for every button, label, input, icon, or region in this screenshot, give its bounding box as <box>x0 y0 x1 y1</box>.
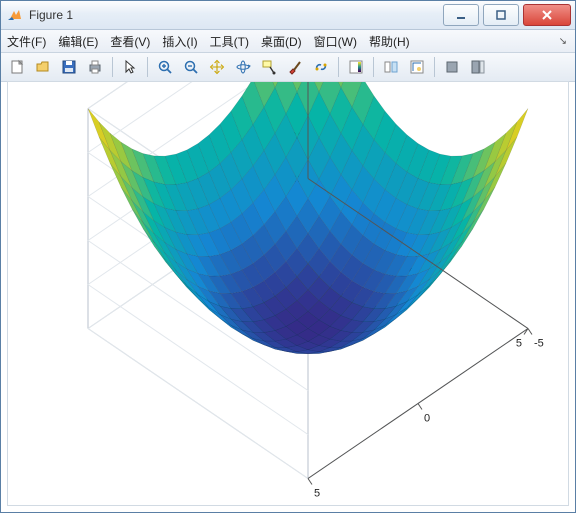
window-buttons <box>439 4 571 26</box>
svg-text:-5: -5 <box>534 338 544 350</box>
new-figure-button[interactable] <box>5 55 29 79</box>
menu-edit[interactable]: 编辑(E) <box>58 33 98 50</box>
zoom-in-button[interactable] <box>153 55 177 79</box>
menubar: 文件(F) 编辑(E) 查看(V) 插入(I) 工具(T) 桌面(D) 窗口(W… <box>1 30 575 53</box>
menu-help[interactable]: 帮助(H) <box>369 33 410 50</box>
colorbar-icon <box>348 59 364 75</box>
toolbar-separator <box>338 57 339 77</box>
rotate3d-button[interactable] <box>231 55 255 79</box>
menu-view[interactable]: 查看(V) <box>110 33 150 50</box>
pointer-icon <box>122 59 138 75</box>
rotate3d-icon <box>235 59 251 75</box>
svg-text:5: 5 <box>516 338 522 350</box>
datacursor-icon <box>261 59 277 75</box>
dock-corner-icon[interactable]: ↘ <box>559 36 569 47</box>
toolbar-separator <box>147 57 148 77</box>
titlebar[interactable]: Figure 1 <box>1 1 575 30</box>
show-plot-tools-button[interactable] <box>466 55 490 79</box>
pan-icon <box>209 59 225 75</box>
axes-3d[interactable]: 01020304050-505-505 <box>7 81 569 506</box>
hide-plot-tools-icon <box>444 59 460 75</box>
figure-window: Figure 1 文件(F) 编辑(E) 查看(V) 插入(I) 工具(T) 桌… <box>0 0 576 513</box>
pan-button[interactable] <box>205 55 229 79</box>
link-button[interactable] <box>309 55 333 79</box>
menu-window[interactable]: 窗口(W) <box>314 33 357 50</box>
toolbar-separator <box>434 57 435 77</box>
open-button[interactable] <box>31 55 55 79</box>
maximize-button[interactable] <box>483 4 519 26</box>
save-icon <box>61 59 77 75</box>
legend-button[interactable] <box>379 55 403 79</box>
menu-desktop[interactable]: 桌面(D) <box>261 33 302 50</box>
brush-icon <box>287 59 303 75</box>
print-button[interactable] <box>83 55 107 79</box>
minimize-button[interactable] <box>443 4 479 26</box>
datacursor-button[interactable] <box>257 55 281 79</box>
menu-file[interactable]: 文件(F) <box>7 33 46 50</box>
save-button[interactable] <box>57 55 81 79</box>
colorbar-button[interactable] <box>344 55 368 79</box>
toolbar-separator <box>112 57 113 77</box>
hide-plot-tools-button[interactable] <box>440 55 464 79</box>
zoom-out-button[interactable] <box>179 55 203 79</box>
legend-icon <box>383 59 399 75</box>
zoom-out-icon <box>183 59 199 75</box>
matlab-logo-icon <box>7 7 23 23</box>
brush-button[interactable] <box>283 55 307 79</box>
axes-props-button[interactable] <box>405 55 429 79</box>
pointer-button[interactable] <box>118 55 142 79</box>
zoom-in-icon <box>157 59 173 75</box>
axes-props-icon <box>409 59 425 75</box>
link-icon <box>313 59 329 75</box>
show-plot-tools-icon <box>470 59 486 75</box>
close-button[interactable] <box>523 4 571 26</box>
print-icon <box>87 59 103 75</box>
menu-tools[interactable]: 工具(T) <box>210 33 249 50</box>
window-title: Figure 1 <box>29 8 439 22</box>
toolbar-separator <box>373 57 374 77</box>
open-icon <box>35 59 51 75</box>
svg-text:0: 0 <box>424 413 430 425</box>
toolbar <box>1 53 575 82</box>
svg-text:5: 5 <box>314 488 320 500</box>
new-figure-icon <box>9 59 25 75</box>
menu-insert[interactable]: 插入(I) <box>162 33 197 50</box>
